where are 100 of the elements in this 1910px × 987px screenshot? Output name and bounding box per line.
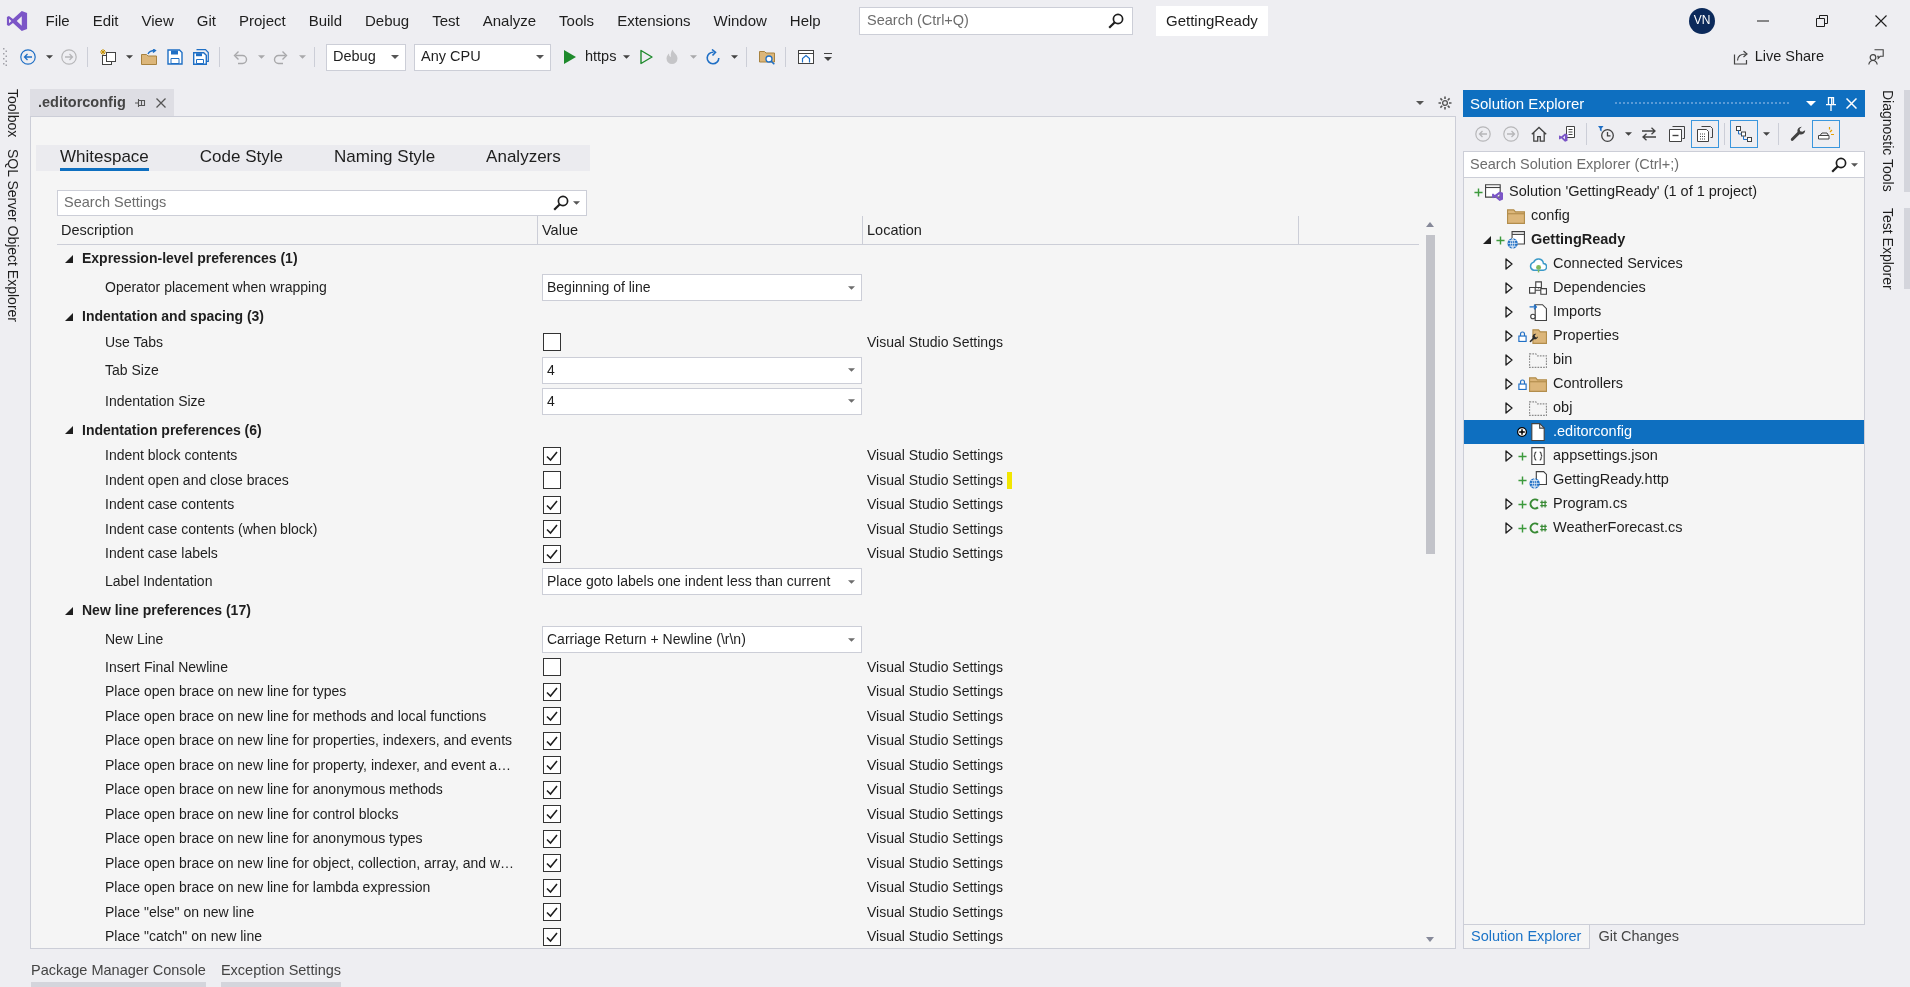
- pin-icon[interactable]: [134, 97, 147, 108]
- minimize-icon[interactable]: [1756, 19, 1769, 22]
- menu-item[interactable]: Edit: [81, 8, 131, 33]
- collapsed-triangle-icon[interactable]: [1505, 354, 1513, 366]
- scrollbar-thumb[interactable]: [1425, 235, 1435, 554]
- expanded-triangle-icon[interactable]: [65, 312, 73, 321]
- floppy-disks-icon[interactable]: [193, 49, 209, 65]
- checkbox[interactable]: [543, 780, 561, 799]
- tool-window-tab[interactable]: SQL Server Object Explorer: [4, 149, 21, 323]
- checkbox[interactable]: [543, 829, 561, 848]
- feedback-icon[interactable]: [1868, 49, 1884, 65]
- tree-item[interactable]: bin: [1464, 348, 1864, 372]
- panel-tab[interactable]: Git Changes: [1590, 925, 1689, 949]
- toolbar-dropdown[interactable]: Debug: [326, 43, 406, 71]
- tree-item[interactable]: GettingReady.http: [1464, 468, 1864, 492]
- caret-icon[interactable]: [1624, 132, 1632, 136]
- checkbox[interactable]: [543, 544, 561, 563]
- collapsed-triangle-icon[interactable]: [1505, 306, 1513, 318]
- value-dropdown[interactable]: Beginning of line: [542, 274, 862, 301]
- node-tree-icon[interactable]: [1730, 120, 1758, 148]
- checkbox[interactable]: [543, 731, 561, 750]
- account-avatar[interactable]: VN: [1689, 7, 1715, 34]
- tree-item[interactable]: appsettings.json: [1464, 444, 1864, 468]
- two-way-arrows-icon[interactable]: [1640, 125, 1658, 143]
- tool-window-tab[interactable]: Diagnostic Tools: [1879, 90, 1910, 192]
- caret-icon[interactable]: [730, 55, 738, 59]
- collapsed-triangle-icon[interactable]: [1505, 282, 1513, 294]
- expanded-triangle-icon[interactable]: [1483, 236, 1491, 244]
- checkbox[interactable]: [543, 658, 561, 677]
- collapsed-triangle-icon[interactable]: [1505, 330, 1513, 342]
- search-input[interactable]: Search (Ctrl+Q): [867, 11, 1108, 30]
- overflow-caret-icon[interactable]: [824, 53, 833, 61]
- scroll-down-icon[interactable]: [1426, 937, 1434, 942]
- play-outline-icon[interactable]: [638, 49, 655, 65]
- tree-item[interactable]: Controllers: [1464, 372, 1864, 396]
- search-input[interactable]: Search Solution Explorer (Ctrl+;): [1470, 155, 1827, 174]
- value-dropdown[interactable]: 4: [542, 387, 862, 415]
- window-stack-icon[interactable]: [100, 49, 116, 65]
- caret-icon[interactable]: [1851, 162, 1858, 167]
- folder-search-icon[interactable]: [759, 49, 776, 65]
- home-icon[interactable]: [1530, 125, 1548, 143]
- tool-window-tab[interactable]: Exception Settings: [220, 957, 342, 987]
- tree-item[interactable]: Dependencies: [1464, 276, 1864, 300]
- settings-tab[interactable]: Code Style: [199, 145, 283, 171]
- tool-window-tab[interactable]: Package Manager Console: [31, 957, 206, 987]
- pin-icon[interactable]: [1826, 96, 1836, 111]
- checkbox[interactable]: [543, 471, 561, 490]
- clock-filter-icon[interactable]: [1597, 125, 1615, 143]
- tree-item[interactable]: Solution 'GettingReady' (1 of 1 project): [1464, 180, 1864, 204]
- menu-item[interactable]: Project: [227, 8, 298, 33]
- caret-icon[interactable]: [848, 368, 855, 372]
- search-field[interactable]: Search (Ctrl+Q): [859, 6, 1133, 35]
- document-tab[interactable]: .editorconfig: [30, 89, 174, 116]
- caret-icon[interactable]: [573, 201, 580, 205]
- folder-arrow-icon[interactable]: [141, 49, 157, 65]
- caret-icon[interactable]: [1762, 132, 1770, 136]
- caret-icon[interactable]: [1416, 100, 1424, 105]
- search-icon[interactable]: [1108, 12, 1124, 29]
- collapsed-triangle-icon[interactable]: [1505, 378, 1513, 390]
- expanded-triangle-icon[interactable]: [65, 254, 73, 263]
- tree-item[interactable]: .editorconfig: [1464, 420, 1864, 444]
- search-icon[interactable]: [553, 195, 569, 211]
- panel-tab[interactable]: Solution Explorer: [1463, 925, 1591, 949]
- menu-item[interactable]: Window: [702, 8, 779, 33]
- caret-icon[interactable]: [125, 55, 133, 59]
- grip-dots-icon[interactable]: [3, 48, 7, 66]
- live-share-button[interactable]: Live Share: [1728, 48, 1828, 66]
- value-dropdown[interactable]: Carriage Return + Newline (\r\n): [542, 626, 862, 653]
- caret-icon[interactable]: [536, 55, 544, 59]
- tool-window-tab[interactable]: Toolbox: [4, 89, 21, 138]
- menu-item[interactable]: Analyze: [471, 8, 548, 33]
- menu-item[interactable]: Tools: [547, 8, 606, 33]
- tree-item[interactable]: config: [1464, 204, 1864, 228]
- column-header[interactable]: Location: [867, 221, 922, 240]
- value-dropdown[interactable]: Place goto labels one indent less than current: [542, 568, 862, 595]
- search-icon[interactable]: [1831, 156, 1847, 173]
- scroll-up-icon[interactable]: [1426, 222, 1434, 227]
- menu-item[interactable]: Extensions: [605, 8, 702, 33]
- run-button[interactable]: https: [555, 48, 619, 66]
- search-field[interactable]: Search Settings: [57, 190, 587, 216]
- caret-icon[interactable]: [391, 55, 399, 59]
- expanded-triangle-icon[interactable]: [65, 606, 73, 615]
- menu-item[interactable]: Help: [778, 8, 833, 33]
- checkbox[interactable]: [543, 682, 561, 701]
- settings-tab[interactable]: Analyzers: [486, 145, 561, 171]
- checkbox[interactable]: [543, 520, 561, 539]
- caret-icon[interactable]: [848, 285, 855, 290]
- checkbox[interactable]: [543, 495, 561, 514]
- value-dropdown[interactable]: 4: [542, 356, 862, 384]
- checkbox[interactable]: [543, 333, 561, 352]
- collapsed-triangle-icon[interactable]: [1505, 450, 1513, 462]
- checkbox[interactable]: [543, 707, 561, 726]
- search-input[interactable]: Search Settings: [64, 194, 549, 212]
- tree-item[interactable]: obj: [1464, 396, 1864, 420]
- window-icon[interactable]: [798, 49, 815, 65]
- menu-item[interactable]: Debug: [353, 8, 421, 33]
- document-switch-icon[interactable]: [1558, 125, 1576, 143]
- settings-icon[interactable]: [1438, 95, 1452, 110]
- restore-icon[interactable]: [1815, 14, 1828, 27]
- tree-item[interactable]: GettingReady: [1464, 228, 1864, 252]
